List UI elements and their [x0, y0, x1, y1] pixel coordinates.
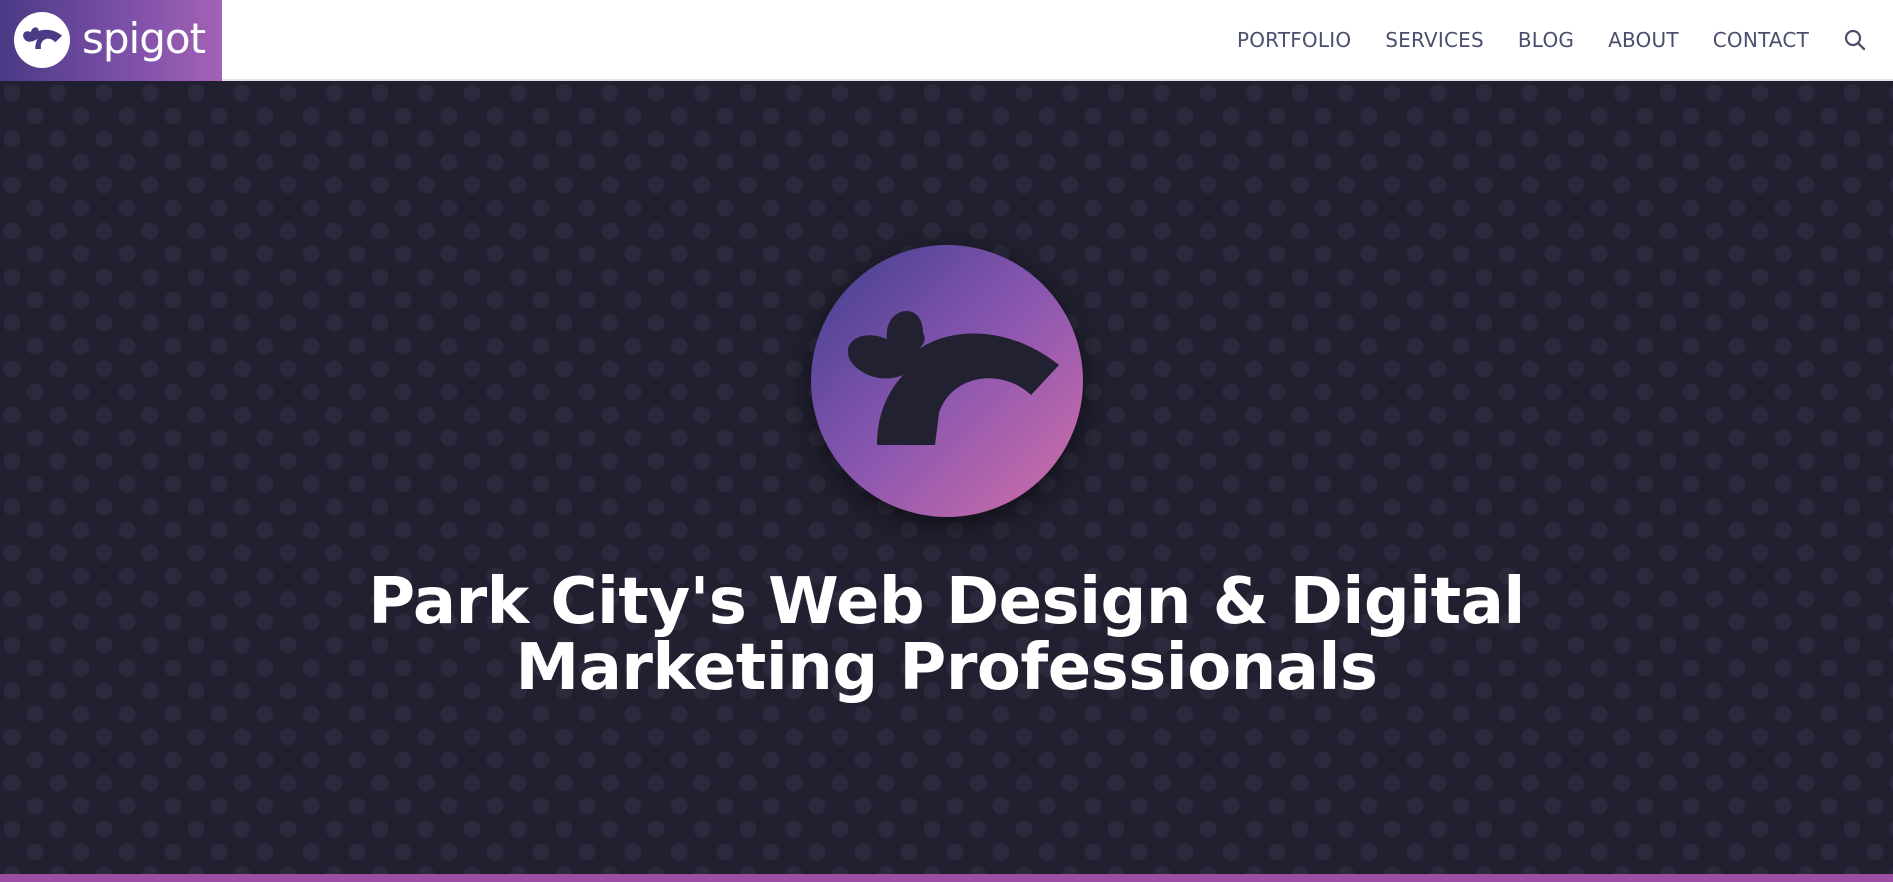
hero-title: Park City's Web Design & Digital Marketi…	[0, 569, 1893, 701]
hero-title-line-1: Park City's Web Design & Digital	[368, 565, 1525, 639]
search-icon	[1844, 29, 1866, 50]
brand-name: spigot	[82, 14, 206, 63]
spigot-bird-icon	[14, 12, 70, 68]
nav-services[interactable]: SERVICES	[1385, 28, 1484, 52]
logo-link[interactable]: spigot	[0, 0, 222, 81]
hero-title-line-2: Marketing Professionals	[515, 631, 1378, 705]
nav-contact[interactable]: CONTACT	[1713, 28, 1809, 52]
search-button[interactable]	[1841, 26, 1869, 54]
spigot-emblem-icon	[811, 245, 1083, 517]
main-nav: PORTFOLIO SERVICES BLOG ABOUT CONTACT	[1237, 0, 1893, 79]
nav-portfolio[interactable]: PORTFOLIO	[1237, 28, 1351, 52]
nav-about[interactable]: ABOUT	[1608, 28, 1679, 52]
site-header: spigot PORTFOLIO SERVICES BLOG ABOUT CON…	[0, 0, 1893, 81]
accent-bar	[0, 874, 1893, 882]
nav-blog[interactable]: BLOG	[1518, 28, 1574, 52]
hero-section: Park City's Web Design & Digital Marketi…	[0, 81, 1893, 874]
